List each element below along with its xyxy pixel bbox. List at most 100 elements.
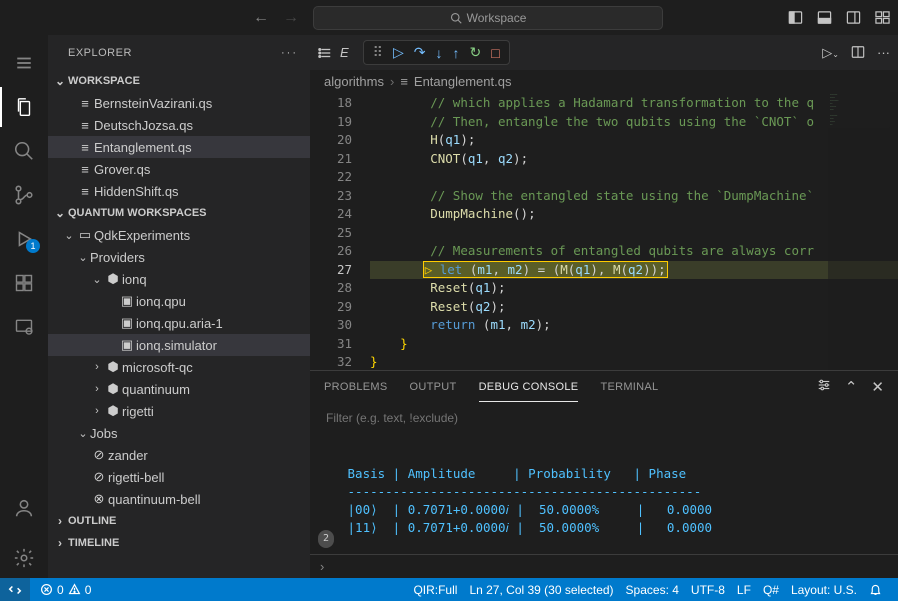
file-item[interactable]: ≡HiddenShift.qs — [48, 180, 310, 202]
target-item[interactable]: ▣ionq.simulator — [48, 334, 310, 356]
activity-bar: 1 — [0, 35, 48, 578]
chevron-right-icon: › — [52, 514, 68, 528]
panel-settings-icon[interactable] — [817, 378, 831, 396]
console-filter-input[interactable] — [324, 407, 884, 429]
console-output[interactable]: Basis | Amplitude | Probability | Phase … — [310, 435, 898, 554]
repl-input[interactable]: › — [310, 554, 898, 578]
file-item[interactable]: ≡Grover.qs — [48, 158, 310, 180]
status-encoding[interactable]: UTF-8 — [685, 583, 731, 597]
file-icon: ≡ — [76, 96, 94, 111]
stop-icon[interactable]: □ — [488, 45, 502, 61]
breadcrumb[interactable]: algorithms › ≡ Entanglement.qs — [310, 70, 898, 92]
code-content[interactable]: // which applies a Hadamard transformati… — [370, 92, 898, 370]
minimap[interactable]: ▬▬▬▬▬▬▬▬▬▬▬▬▬▬▬▬▬▬▬▬▬▬▬▬▬▬▬▬▬▬▬▬▬▬▬▬▬▬▬▬… — [828, 92, 898, 370]
provider-microsoft[interactable]: ›⬢microsoft-qc — [48, 356, 310, 378]
console-count-badge: 2 — [318, 530, 334, 548]
settings-gear-icon[interactable] — [0, 538, 48, 578]
search-icon — [450, 12, 462, 24]
layout-secondary-icon[interactable] — [846, 10, 861, 25]
provider-rigetti[interactable]: ›⬢rigetti — [48, 400, 310, 422]
search-placeholder: Workspace — [467, 11, 527, 25]
sidebar-more-icon[interactable]: ··· — [281, 47, 298, 59]
explorer-icon[interactable] — [0, 87, 48, 127]
tab-label[interactable]: E — [340, 45, 349, 60]
extensions-icon[interactable] — [0, 263, 48, 303]
run-icon[interactable]: ▷⌄ — [822, 45, 839, 61]
target-item[interactable]: ▣ionq.qpu — [48, 290, 310, 312]
section-timeline[interactable]: › TIMELINE — [48, 532, 310, 554]
panel-maximize-icon[interactable]: ⌃ — [845, 378, 858, 396]
cloud-icon: ▭ — [76, 227, 94, 243]
section-workspace[interactable]: ⌄ WORKSPACE — [48, 70, 310, 92]
breadcrumb-folder[interactable]: algorithms — [324, 74, 384, 89]
workspace-node[interactable]: ⌄▭QdkExperiments — [48, 224, 310, 246]
debug-toolbar: ⠿ ▷ ↷ ↓ ↑ ↻ □ — [363, 40, 510, 65]
status-bell-icon[interactable] — [863, 583, 888, 597]
provider-quantinuum[interactable]: ›⬢quantinuum — [48, 378, 310, 400]
chevron-down-icon: ⌄ — [76, 251, 90, 264]
remote-explorer-icon[interactable] — [0, 307, 48, 347]
chevron-right-icon: › — [90, 361, 104, 373]
status-profile[interactable]: QIR:Full — [407, 583, 463, 597]
nav-forward-icon[interactable]: → — [283, 9, 299, 27]
step-into-icon[interactable]: ↓ — [432, 45, 445, 61]
split-editor-icon[interactable] — [851, 45, 865, 61]
chip-icon: ▣ — [118, 293, 136, 309]
editor-tabs: E ⠿ ▷ ↷ ↓ ↑ ↻ □ ▷⌄ ··· — [310, 35, 898, 70]
code-editor[interactable]: 181920212223242526▷272829303132 // which… — [310, 92, 898, 370]
search-activity-icon[interactable] — [0, 131, 48, 171]
nav-back-icon[interactable]: ← — [253, 9, 269, 27]
status-layout[interactable]: Layout: U.S. — [785, 583, 863, 597]
file-icon: ≡ — [76, 184, 94, 199]
chip-icon: ▣ — [118, 315, 136, 331]
debug-icon[interactable]: 1 — [0, 219, 48, 259]
restart-icon[interactable]: ↻ — [466, 44, 484, 61]
provider-ionq[interactable]: ⌄⬢ionq — [48, 268, 310, 290]
customize-layout-icon[interactable] — [875, 10, 890, 25]
tab-output[interactable]: OUTPUT — [410, 373, 457, 401]
job-item[interactable]: ⊘zander — [48, 444, 310, 466]
step-over-icon[interactable]: ↷ — [411, 44, 429, 61]
list-icon[interactable] — [318, 46, 332, 60]
chevron-down-icon: ⌄ — [52, 206, 68, 220]
check-circle-icon: ⊘ — [90, 469, 108, 485]
source-control-icon[interactable] — [0, 175, 48, 215]
remote-indicator[interactable] — [0, 578, 30, 601]
menu-icon[interactable] — [0, 43, 48, 83]
step-out-icon[interactable]: ↑ — [449, 45, 462, 61]
job-item[interactable]: ⊘rigetti-bell — [48, 466, 310, 488]
more-icon[interactable]: ··· — [877, 45, 890, 61]
section-quantum[interactable]: ⌄ QUANTUM WORKSPACES — [48, 202, 310, 224]
command-center[interactable]: Workspace — [313, 6, 663, 30]
tab-debug-console[interactable]: DEBUG CONSOLE — [479, 373, 579, 402]
debug-badge: 1 — [26, 239, 40, 253]
status-eol[interactable]: LF — [731, 583, 757, 597]
account-icon[interactable] — [0, 488, 48, 528]
panel-close-icon[interactable]: ✕ — [871, 378, 884, 396]
debug-drag-icon[interactable]: ⠿ — [370, 44, 386, 61]
layout-primary-icon[interactable] — [788, 10, 803, 25]
tab-problems[interactable]: PROBLEMS — [324, 373, 388, 401]
job-item[interactable]: ⊗quantinuum-bell — [48, 488, 310, 510]
breadcrumb-file[interactable]: Entanglement.qs — [414, 74, 512, 89]
jobs-node[interactable]: ⌄Jobs — [48, 422, 310, 444]
chevron-right-icon: › — [52, 536, 68, 550]
continue-icon[interactable]: ▷ — [390, 44, 407, 61]
section-outline[interactable]: › OUTLINE — [48, 510, 310, 532]
file-item[interactable]: ≡BernsteinVazirani.qs — [48, 92, 310, 114]
chevron-right-icon: › — [90, 383, 104, 395]
status-cursor[interactable]: Ln 27, Col 39 (30 selected) — [463, 583, 619, 597]
statusbar: 0 0 QIR:Full Ln 27, Col 39 (30 selected)… — [0, 578, 898, 601]
layout-panel-icon[interactable] — [817, 10, 832, 25]
target-item[interactable]: ▣ionq.qpu.aria-1 — [48, 312, 310, 334]
chevron-right-icon: › — [90, 405, 104, 417]
chevron-down-icon: ⌄ — [52, 74, 68, 88]
chevron-down-icon: ⌄ — [90, 273, 104, 286]
providers-node[interactable]: ⌄Providers — [48, 246, 310, 268]
status-errors[interactable]: 0 0 — [34, 583, 97, 597]
status-spaces[interactable]: Spaces: 4 — [620, 583, 685, 597]
file-item[interactable]: ≡DeutschJozsa.qs — [48, 114, 310, 136]
tab-terminal[interactable]: TERMINAL — [600, 373, 658, 401]
status-lang[interactable]: Q# — [757, 583, 785, 597]
file-item[interactable]: ≡Entanglement.qs — [48, 136, 310, 158]
